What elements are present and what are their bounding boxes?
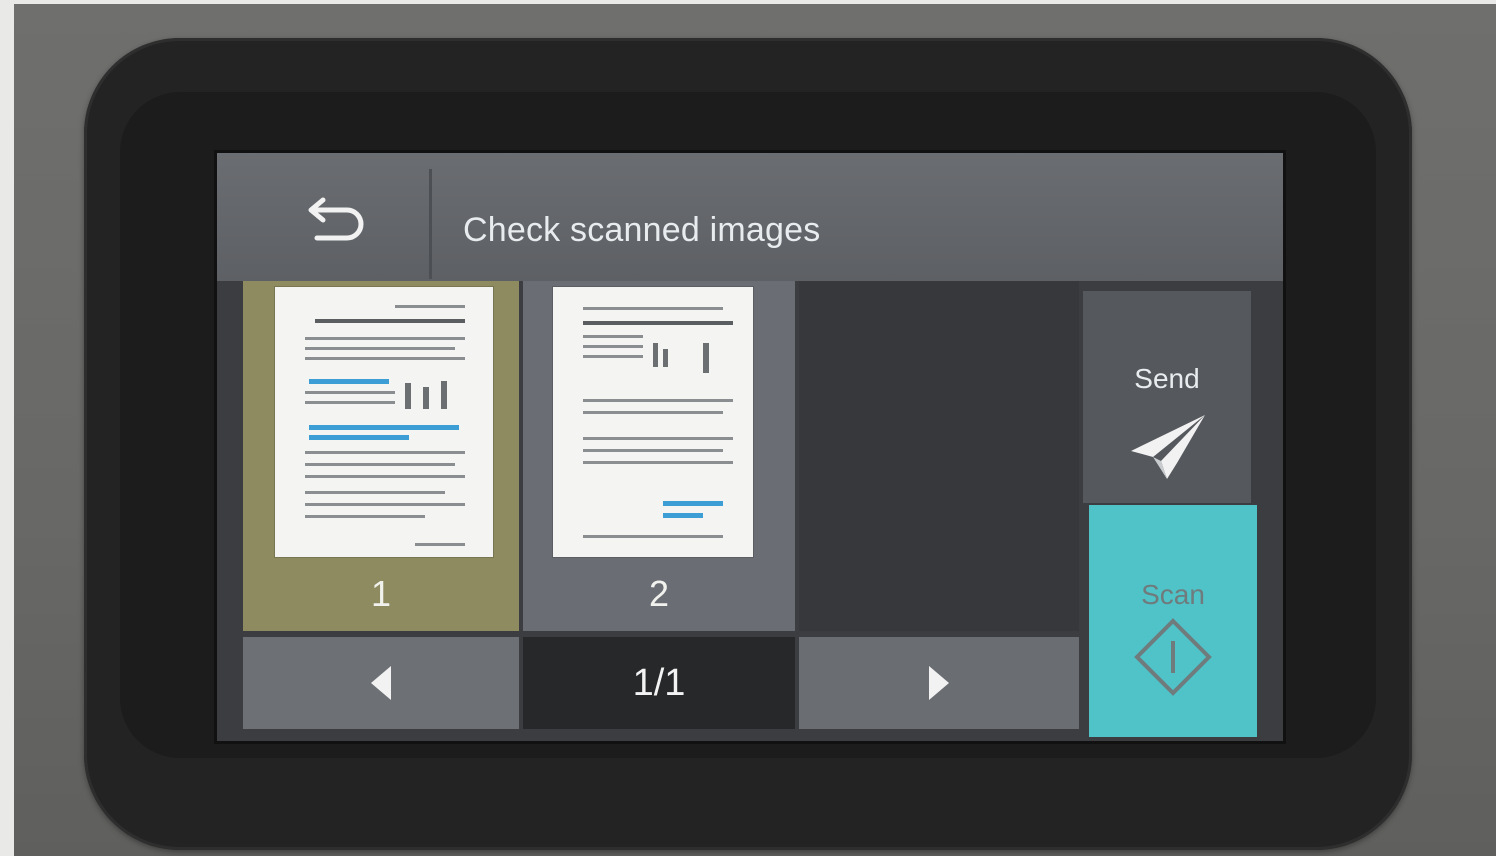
send-label: Send xyxy=(1134,363,1200,394)
scanned-page-preview xyxy=(553,287,753,557)
thumbnail-empty-slot xyxy=(799,281,1079,631)
scanned-page-preview xyxy=(275,287,493,557)
chevron-left-icon xyxy=(371,666,391,700)
send-button[interactable]: Send xyxy=(1083,291,1251,503)
paper-plane-icon xyxy=(1131,415,1205,479)
thumbnail-number: 2 xyxy=(648,573,670,614)
chevron-right-icon xyxy=(929,666,949,700)
next-page-button[interactable] xyxy=(799,637,1079,729)
scan-label: Scan xyxy=(1141,579,1205,610)
pagination-bar: 1/1 xyxy=(243,637,1079,729)
touch-screen: Check scanned images 1 2 1/1 Send Scan xyxy=(214,150,1286,744)
thumbnail-number: 1 xyxy=(370,573,392,614)
previous-page-button[interactable] xyxy=(243,637,519,729)
back-arrow-icon xyxy=(308,197,364,241)
header-divider xyxy=(429,169,432,279)
page-title: Check scanned images xyxy=(463,211,821,249)
background-wall-edge xyxy=(0,0,14,856)
thumbnail-page-2[interactable]: 2 xyxy=(523,281,795,631)
thumbnail-grid: 1 2 xyxy=(243,281,1079,631)
scan-button[interactable]: Scan xyxy=(1089,505,1257,737)
thumbnail-page-1[interactable]: 1 xyxy=(243,281,519,631)
start-diamond-icon xyxy=(1134,618,1212,696)
header-bar: Check scanned images xyxy=(217,153,1283,281)
back-button[interactable] xyxy=(251,159,429,281)
page-counter: 1/1 xyxy=(523,637,795,729)
